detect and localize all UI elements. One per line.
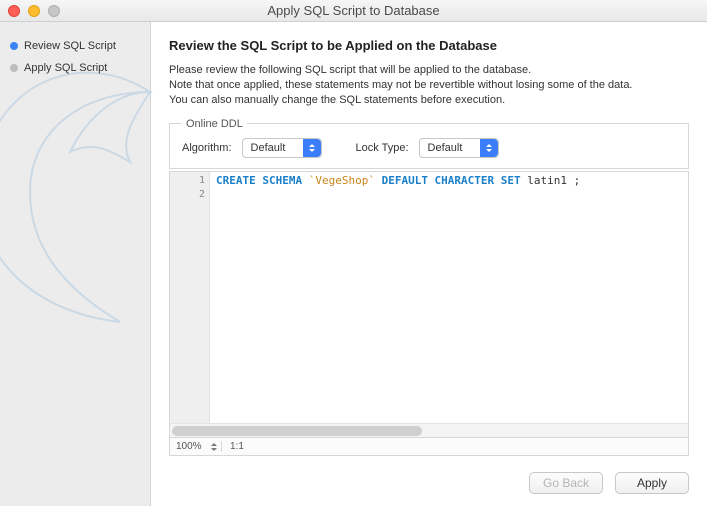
step-label: Review SQL Script <box>24 40 116 52</box>
dolphin-logo <box>0 52 170 332</box>
step-apply: Apply SQL Script <box>10 62 140 74</box>
sql-keyword: DEFAULT CHARACTER SET <box>382 174 521 187</box>
sql-editor: 1 2 CREATE SCHEMA `VegeShop` DEFAULT CHA… <box>169 171 689 456</box>
page-title: Review the SQL Script to be Applied on t… <box>169 38 689 53</box>
footer-buttons: Go Back Apply <box>529 472 689 494</box>
code-area[interactable]: CREATE SCHEMA `VegeShop` DEFAULT CHARACT… <box>210 172 688 423</box>
horizontal-scrollbar[interactable] <box>170 423 688 437</box>
chevron-down-icon[interactable] <box>209 447 218 452</box>
line-number: 2 <box>170 188 205 202</box>
go-back-button: Go Back <box>529 472 603 494</box>
sql-string: `VegeShop` <box>309 174 375 187</box>
lock-type-select[interactable]: Default <box>419 138 499 158</box>
ratio-label: 1:1 <box>222 441 688 452</box>
zoom-control[interactable]: 100% <box>170 441 222 452</box>
step-dot-icon <box>10 64 18 72</box>
online-ddl-legend: Online DDL <box>182 118 247 130</box>
intro-line: Please review the following SQL script t… <box>169 63 689 78</box>
algorithm-select[interactable]: Default <box>242 138 322 158</box>
zoom-stepper[interactable] <box>209 442 218 452</box>
window-title: Apply SQL Script to Database <box>0 3 707 18</box>
lock-type-value: Default <box>428 142 463 154</box>
algorithm-value: Default <box>251 142 286 154</box>
step-review: Review SQL Script <box>10 40 140 52</box>
line-gutter: 1 2 <box>170 172 210 423</box>
zoom-value: 100% <box>176 441 202 452</box>
step-label: Apply SQL Script <box>24 62 107 74</box>
online-ddl-group: Online DDL Algorithm: Default Lock Type:… <box>169 118 689 169</box>
main-panel: Review the SQL Script to be Applied on t… <box>150 22 707 506</box>
intro-line: You can also manually change the SQL sta… <box>169 93 689 108</box>
editor-statusbar: 100% 1:1 <box>170 437 688 455</box>
chevron-up-down-icon <box>480 139 498 157</box>
scrollbar-thumb[interactable] <box>172 426 422 436</box>
intro-text: Please review the following SQL script t… <box>169 63 689 108</box>
apply-button[interactable]: Apply <box>615 472 689 494</box>
chevron-up-down-icon <box>303 139 321 157</box>
intro-line: Note that once applied, these statements… <box>169 78 689 93</box>
algorithm-label: Algorithm: <box>182 142 232 154</box>
sql-text: latin1 ; <box>527 174 580 187</box>
line-number: 1 <box>170 174 205 188</box>
titlebar: Apply SQL Script to Database <box>0 0 707 22</box>
lock-type-label: Lock Type: <box>356 142 409 154</box>
sidebar: Review SQL Script Apply SQL Script <box>0 22 150 506</box>
step-dot-icon <box>10 42 18 50</box>
sql-keyword: CREATE SCHEMA <box>216 174 302 187</box>
